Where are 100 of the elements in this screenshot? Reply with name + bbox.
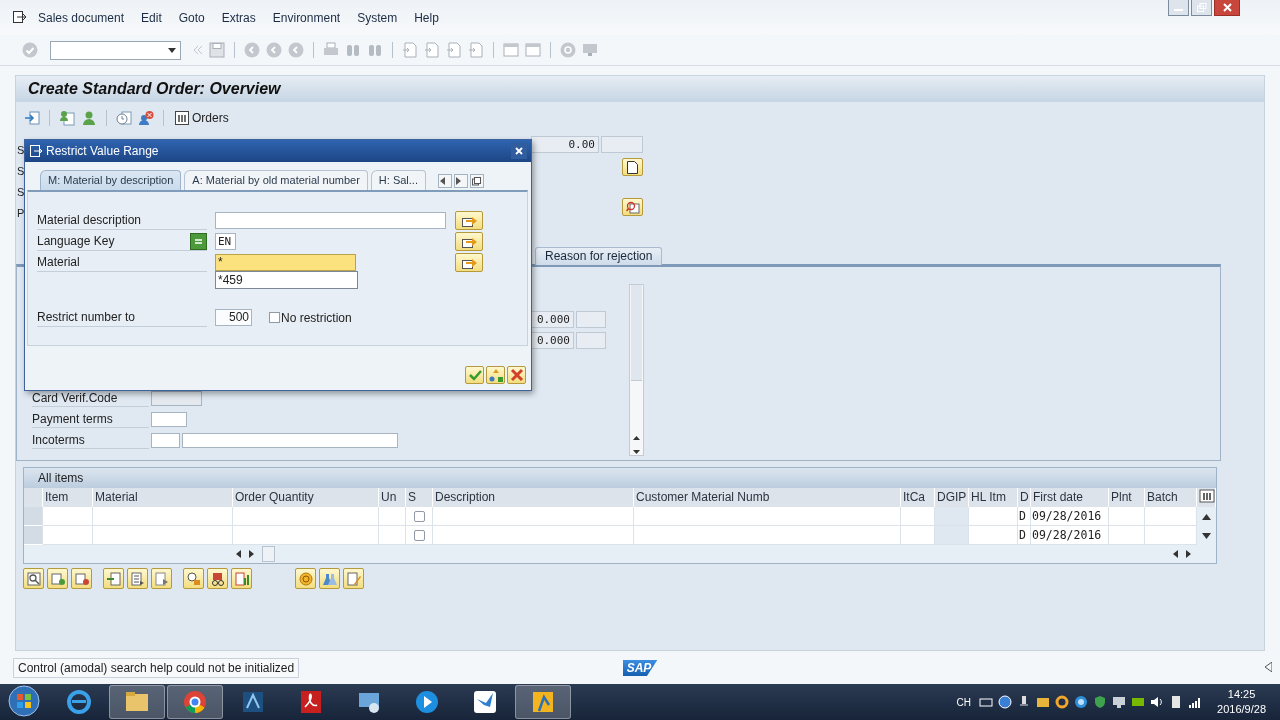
- suggestion-item[interactable]: *459: [215, 271, 358, 289]
- globe-icon[interactable]: [1074, 695, 1089, 709]
- field-label: S: [17, 143, 25, 158]
- menu-item[interactable]: Help: [414, 10, 439, 25]
- table-tool-button[interactable]: [151, 568, 172, 589]
- scroll-up-icon[interactable]: [1202, 513, 1211, 520]
- multiple-selection-button[interactable]: [455, 253, 483, 272]
- sap-gui-icon: [530, 689, 556, 715]
- tab[interactable]: M: Material by description: [40, 170, 182, 190]
- tab-scroll-button[interactable]: [469, 174, 484, 188]
- menu-icon[interactable]: [13, 11, 27, 24]
- scrollbar[interactable]: [629, 284, 644, 456]
- glasses-icon: [210, 571, 225, 586]
- equals-icon[interactable]: [190, 232, 207, 250]
- tab-scroll-button[interactable]: [453, 174, 468, 188]
- graphics-icon[interactable]: [1131, 695, 1146, 709]
- menu-item[interactable]: System: [357, 10, 398, 25]
- clock-time[interactable]: 14:25: [1227, 687, 1256, 702]
- arrow-icon: [461, 235, 477, 248]
- column-header: Description: [433, 488, 634, 507]
- input-field[interactable]: [151, 412, 187, 427]
- ok-button[interactable]: [465, 366, 484, 384]
- multiple-selection-button[interactable]: [455, 211, 483, 230]
- collapse-icon[interactable]: [1265, 662, 1272, 672]
- page-arrow-icon[interactable]: [424, 42, 440, 58]
- input-field[interactable]: [182, 433, 398, 448]
- enter-icon[interactable]: [24, 110, 40, 126]
- tab[interactable]: H: Sal...: [370, 170, 426, 190]
- table-tool-button[interactable]: [319, 568, 340, 589]
- field-label: S: [17, 185, 25, 200]
- close-button[interactable]: [511, 143, 527, 159]
- list-arrow-icon: [130, 571, 145, 586]
- input-field[interactable]: [151, 433, 180, 448]
- scroll-down-icon[interactable]: [1202, 532, 1211, 539]
- menu-item[interactable]: Environment: [272, 10, 341, 25]
- orders-button[interactable]: Orders: [173, 111, 231, 125]
- start-button[interactable]: [6, 685, 42, 719]
- table-cell: 09/28/2016: [1031, 526, 1109, 545]
- input-field[interactable]: 500: [215, 309, 252, 326]
- page-arrow-icon[interactable]: [446, 42, 462, 58]
- speaker-icon[interactable]: [1150, 695, 1165, 709]
- multiple-selection-button[interactable]: [455, 232, 483, 251]
- close-button[interactable]: [1214, 0, 1240, 16]
- scroll-right-icon[interactable]: [249, 550, 254, 558]
- keyboard-icon[interactable]: [979, 695, 994, 709]
- tab[interactable]: Reason for rejection: [535, 247, 663, 265]
- minimize-button[interactable]: [1168, 0, 1189, 16]
- checkbox[interactable]: [269, 312, 280, 323]
- ring-icon[interactable]: [1055, 695, 1070, 709]
- column-header: Un: [379, 488, 406, 507]
- command-field[interactable]: [50, 40, 181, 60]
- check-icon: [467, 368, 482, 382]
- save-icon[interactable]: [209, 42, 225, 58]
- menu-item[interactable]: Sales document: [38, 10, 125, 25]
- menu-item[interactable]: Extras: [221, 10, 256, 25]
- bird-icon: [472, 689, 498, 715]
- add-row-icon: [50, 571, 65, 586]
- input-field[interactable]: [215, 212, 446, 229]
- pdf-icon: [298, 689, 324, 715]
- document-button[interactable]: [622, 158, 643, 176]
- person-icon[interactable]: [81, 110, 97, 126]
- help-icon[interactable]: [998, 695, 1013, 709]
- table-tool-button[interactable]: [207, 568, 228, 589]
- checkbox[interactable]: [414, 529, 425, 541]
- clock-date[interactable]: 2016/9/28: [1217, 702, 1266, 717]
- search-person-button[interactable]: [622, 198, 643, 216]
- page-arrow-icon[interactable]: [402, 42, 418, 58]
- menu-item[interactable]: Edit: [141, 10, 162, 25]
- page-arrow-icon[interactable]: [468, 42, 484, 58]
- input-field[interactable]: EN: [215, 233, 236, 250]
- restore-button[interactable]: [1191, 0, 1212, 16]
- table-tool-button[interactable]: [295, 568, 316, 589]
- menu-item[interactable]: Goto: [178, 10, 205, 25]
- signal-icon[interactable]: [1188, 695, 1203, 709]
- table-tool-button[interactable]: [71, 568, 92, 589]
- tab[interactable]: A: Material by old material number: [184, 170, 368, 190]
- options-button[interactable]: [486, 366, 505, 384]
- check-icon[interactable]: [22, 42, 38, 58]
- input-field[interactable]: *: [215, 254, 356, 271]
- scroll-thumb[interactable]: [262, 546, 275, 562]
- scroll-left-icon[interactable]: [236, 550, 241, 558]
- table-tool-button[interactable]: [183, 568, 204, 589]
- scroll-left-icon[interactable]: [1173, 550, 1178, 558]
- table-tool-button[interactable]: [103, 568, 124, 589]
- checkbox[interactable]: [414, 510, 425, 522]
- table-tool-button[interactable]: [47, 568, 68, 589]
- cancel-button[interactable]: [507, 366, 526, 384]
- column-header: ItCa: [901, 488, 935, 507]
- scroll-right-icon[interactable]: [1186, 550, 1191, 558]
- document-person-icon[interactable]: [59, 110, 75, 126]
- table-cell: [1109, 526, 1145, 545]
- table-tool-button[interactable]: [231, 568, 252, 589]
- shield-icon[interactable]: [1093, 695, 1108, 709]
- table-tool-button[interactable]: [127, 568, 148, 589]
- table-tool-button[interactable]: [23, 568, 44, 589]
- tab-scroll-button[interactable]: [437, 174, 452, 188]
- clock-page-icon[interactable]: [116, 110, 132, 126]
- person-block-icon[interactable]: [138, 110, 154, 126]
- columns-icon[interactable]: [1199, 488, 1215, 504]
- language-indicator[interactable]: CH: [956, 696, 972, 708]
